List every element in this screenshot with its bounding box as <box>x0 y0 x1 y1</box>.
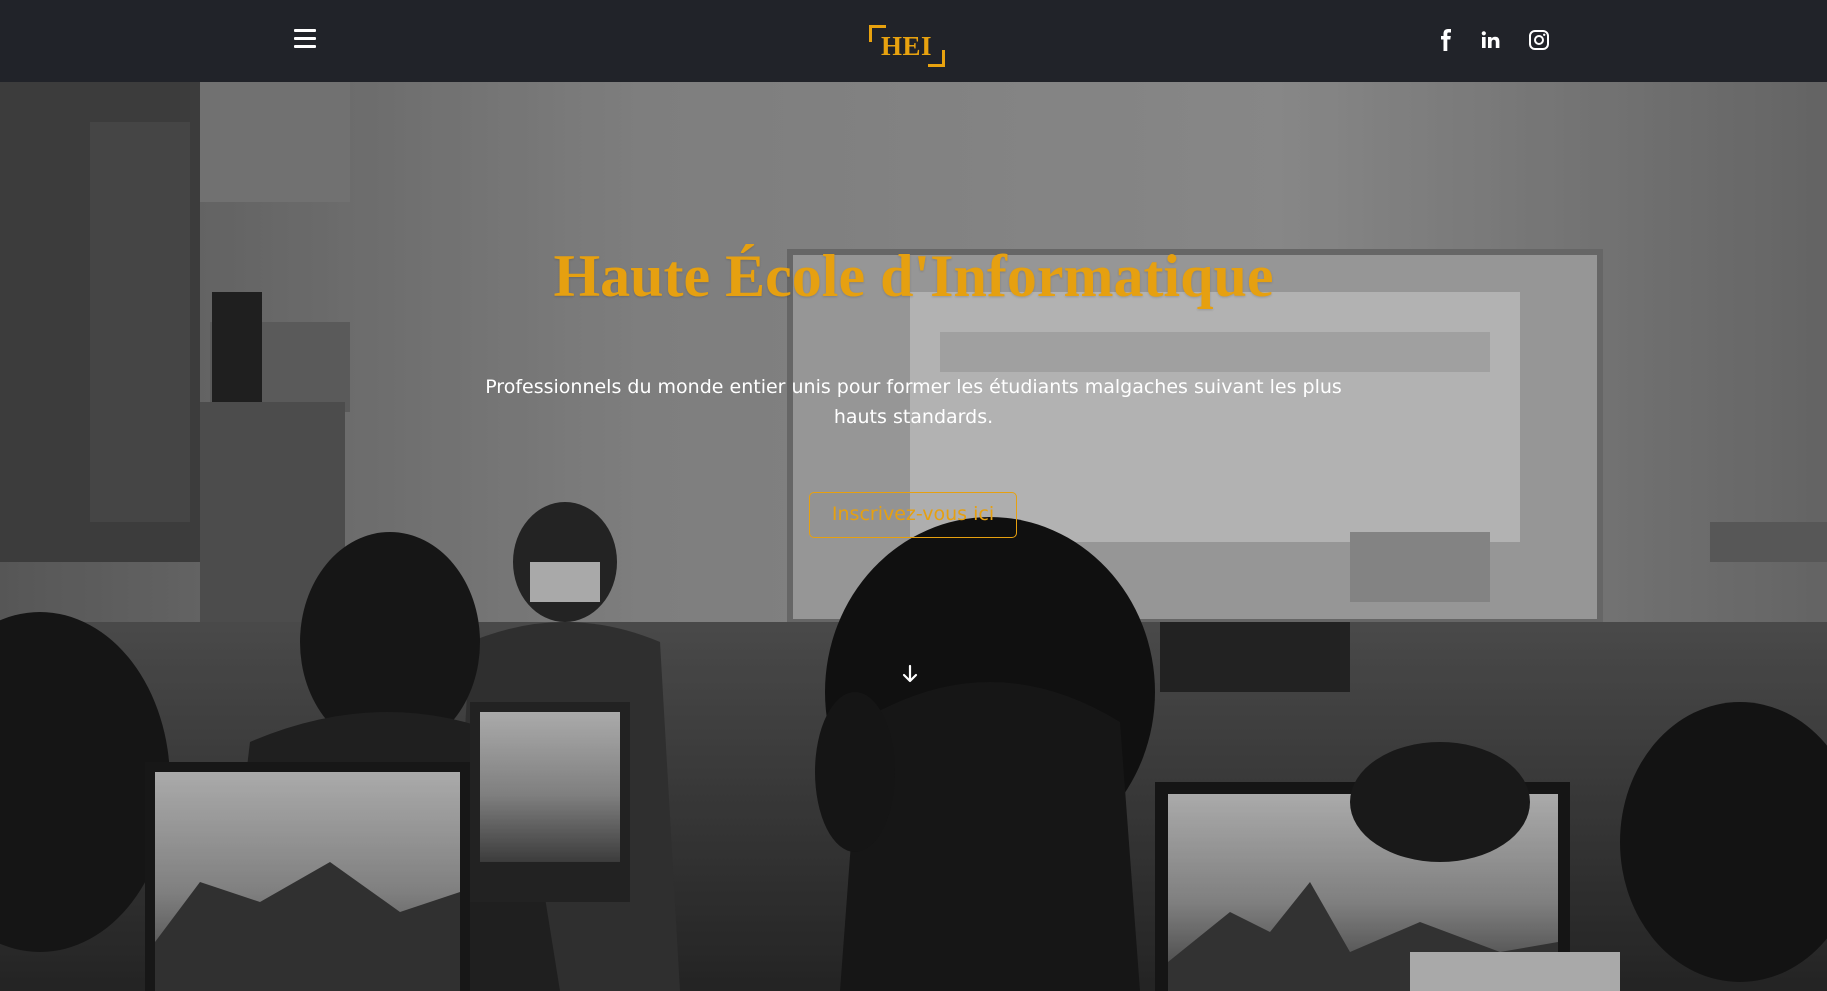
logo-bracket-bottom-right <box>928 50 945 67</box>
hero-section: Haute École d'Informatique Professionnel… <box>0 82 1827 991</box>
linkedin-icon[interactable] <box>1479 28 1503 52</box>
hero-title: Haute École d'Informatique <box>553 243 1274 309</box>
logo-text: HEI <box>881 31 933 61</box>
facebook-icon[interactable] <box>1434 28 1458 52</box>
arrow-down-icon[interactable] <box>898 662 922 686</box>
hei-logo[interactable]: HEI <box>869 23 945 67</box>
top-navbar: HEI <box>0 0 1827 82</box>
hero-subtitle: Professionnels du monde entier unis pour… <box>485 376 1342 428</box>
menu-icon[interactable] <box>294 29 318 51</box>
instagram-icon[interactable] <box>1527 28 1551 52</box>
register-button[interactable]: Inscrivez-vous ici <box>809 492 1017 538</box>
